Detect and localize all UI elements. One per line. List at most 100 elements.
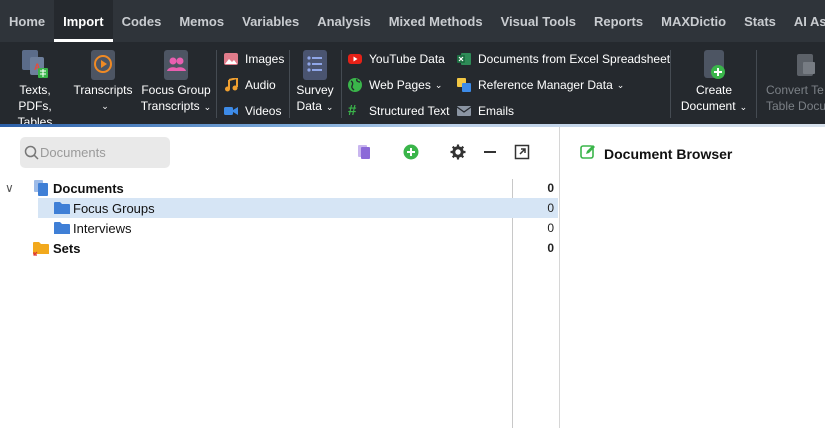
tree-label-focus-groups: Focus Groups: [73, 200, 155, 216]
tab-memos[interactable]: Memos: [170, 0, 233, 42]
folder-icon: [54, 222, 70, 234]
transcripts-label: Transcripts: [73, 83, 133, 97]
audio-label: Audio: [245, 78, 276, 92]
edit-document-icon: [580, 145, 595, 159]
focus-label-1: Focus Group: [141, 83, 211, 97]
images-label: Images: [245, 52, 285, 66]
create-label-1: Create: [695, 83, 733, 97]
tab-import[interactable]: Import: [54, 0, 113, 42]
web-pages-button[interactable]: Web Pages ⌄: [348, 75, 442, 95]
transcript-icon: [91, 50, 115, 80]
text-pdf-table-icon: A: [22, 50, 48, 78]
ribbon-separator: [756, 50, 757, 118]
tree-count-focus-groups: 0: [547, 201, 554, 215]
document-browser-title: Document Browser: [604, 146, 733, 162]
image-icon: [224, 53, 238, 65]
create-label-2: Document ⌄: [680, 99, 748, 113]
envelope-icon: [457, 106, 471, 116]
search-icon: [24, 145, 39, 160]
ribbon-separator: [289, 50, 290, 118]
tree-row-sets[interactable]: Sets 0: [0, 238, 558, 258]
texts-pdfs-tables-button[interactable]: A Texts, PDFs, Tables: [4, 48, 66, 126]
structured-text-label: Structured Text: [369, 104, 450, 118]
tab-home[interactable]: Home: [0, 0, 54, 42]
tree-row-documents[interactable]: ∨ Documents 0: [0, 178, 558, 198]
videos-label: Videos: [245, 104, 282, 118]
reference-manager-icon: [457, 78, 471, 92]
create-document-icon: [704, 50, 725, 79]
tab-analysis[interactable]: Analysis: [308, 0, 379, 42]
emails-label: Emails: [478, 104, 515, 118]
hash-icon: #: [348, 102, 357, 119]
create-document-button[interactable]: Create Document ⌄: [678, 48, 750, 115]
tab-reports[interactable]: Reports: [585, 0, 652, 42]
globe-icon: [348, 78, 362, 92]
youtube-icon: [348, 54, 362, 64]
music-note-icon: [225, 78, 238, 92]
tab-variables[interactable]: Variables: [233, 0, 308, 42]
ribbon-separator: [341, 50, 342, 118]
convert-icon: [797, 54, 815, 76]
sets-folder-icon: [33, 242, 49, 256]
undock-window-icon[interactable]: [514, 144, 530, 160]
survey-data-button[interactable]: Survey Data ⌄: [293, 48, 337, 115]
excel-documents-button[interactable]: Documents from Excel Spreadsheet: [457, 49, 670, 69]
youtube-data-button[interactable]: YouTube Data: [348, 49, 445, 69]
survey-label-2: Data ⌄: [296, 99, 334, 113]
convert-label-2: Table Docu: [766, 99, 825, 113]
tree-count-sets: 0: [547, 241, 554, 255]
tab-stats[interactable]: Stats: [735, 0, 785, 42]
documents-icon: [34, 180, 48, 196]
convert-text-table-button[interactable]: Convert Te Table Docu: [766, 48, 825, 114]
video-camera-icon: [224, 107, 238, 115]
youtube-label: YouTube Data: [369, 52, 445, 66]
reference-manager-label: Reference Manager Data: [478, 78, 613, 92]
ribbon-separator: [670, 50, 671, 118]
folder-icon: [54, 202, 70, 214]
tree-row-focus-groups[interactable]: Focus Groups 0: [0, 198, 558, 218]
texts-label-1: Texts, PDFs,: [18, 83, 52, 113]
tree-label-documents: Documents: [53, 180, 124, 196]
survey-list-icon: [303, 50, 327, 80]
structured-text-button[interactable]: # Structured Text: [348, 101, 449, 121]
tree-count-documents: 0: [547, 181, 554, 195]
focus-group-transcripts-button[interactable]: Focus Group Transcripts ⌄: [140, 48, 212, 115]
documents-stack-icon[interactable]: [356, 144, 372, 160]
document-system-pane: ∨ Documents 0 Focus Groups 0 Interviews …: [0, 127, 558, 428]
excel-icon: [457, 53, 471, 65]
reference-manager-button[interactable]: Reference Manager Data ⌄: [457, 75, 624, 95]
excel-label: Documents from Excel Spreadsheet: [478, 52, 671, 66]
ribbon-separator: [216, 50, 217, 118]
menu-bar: Home Import Codes Memos Variables Analys…: [0, 0, 825, 42]
tab-codes[interactable]: Codes: [113, 0, 171, 42]
minimize-icon[interactable]: [482, 144, 498, 160]
convert-label-1: Convert Te: [766, 83, 824, 97]
tree-label-sets: Sets: [53, 240, 81, 256]
survey-label-1: Survey: [296, 83, 334, 97]
document-search[interactable]: [20, 137, 170, 168]
chevron-down-icon[interactable]: ∨: [5, 181, 14, 195]
emails-button[interactable]: Emails: [457, 101, 514, 121]
tree-row-interviews[interactable]: Interviews 0: [0, 218, 558, 238]
chevron-down-icon: ⌄: [434, 79, 443, 90]
document-browser-pane: Document Browser: [559, 127, 825, 428]
add-document-icon[interactable]: [403, 144, 419, 160]
chevron-down-icon: ⌄: [101, 101, 109, 111]
tree-label-interviews: Interviews: [73, 220, 132, 236]
tab-mixed-methods[interactable]: Mixed Methods: [380, 0, 492, 42]
focus-group-icon: [164, 50, 188, 80]
web-pages-label: Web Pages: [369, 78, 431, 92]
tree-count-interviews: 0: [547, 221, 554, 235]
audio-button[interactable]: Audio: [224, 75, 276, 95]
videos-button[interactable]: Videos: [224, 101, 281, 121]
chevron-down-icon: ⌄: [616, 79, 625, 90]
import-ribbon: A Texts, PDFs, Tables Transcripts ⌄ Focu…: [0, 42, 825, 126]
tab-visual-tools[interactable]: Visual Tools: [492, 0, 585, 42]
search-input[interactable]: [40, 145, 160, 160]
tab-maxdictio[interactable]: MAXDictio: [652, 0, 735, 42]
focus-label-2: Transcripts ⌄: [140, 99, 212, 113]
tab-ai-assist[interactable]: AI Assist: [785, 0, 825, 42]
transcripts-button[interactable]: Transcripts ⌄: [72, 48, 134, 114]
images-button[interactable]: Images: [224, 49, 284, 69]
gear-icon[interactable]: [450, 144, 466, 160]
